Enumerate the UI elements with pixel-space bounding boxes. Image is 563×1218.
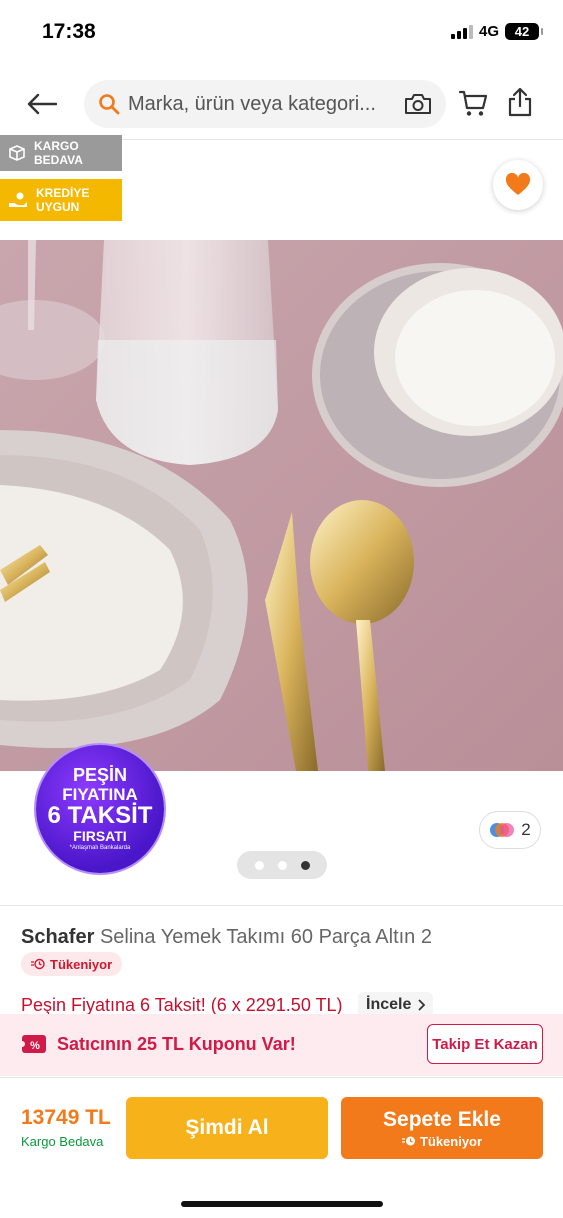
battery-icon: 42 xyxy=(505,23,543,40)
status-indicators: 4G 42 xyxy=(450,23,543,40)
stock-badge: Tükeniyor xyxy=(21,952,123,976)
add-to-cart-sub-label: Tükeniyor xyxy=(419,1133,483,1149)
back-arrow-icon xyxy=(27,93,57,115)
status-bar: 17:38 4G 42 xyxy=(0,0,563,70)
badge-line2: UYGUN xyxy=(36,200,80,214)
svg-text:%: % xyxy=(30,1040,40,1052)
camera-icon[interactable] xyxy=(404,92,432,116)
product-price: 13749 TL xyxy=(21,1106,111,1129)
badge-line1: KARGO xyxy=(34,139,79,153)
hand-coin-icon xyxy=(9,192,27,207)
product-name: Selina Yemek Takımı 60 Parça Altın 2 xyxy=(99,926,432,948)
page-dot[interactable] xyxy=(277,860,287,870)
search-input[interactable]: Marka, ürün veya kategori... xyxy=(84,80,446,128)
credit-badge: KREDİYE UYGUN xyxy=(0,179,122,221)
free-shipping-badge: KARGO BEDAVA xyxy=(0,135,122,171)
box-icon xyxy=(9,145,25,161)
product-image[interactable] xyxy=(0,240,563,771)
bottom-action-bar: 13749 TL Kargo Bedava Şimdi Al Sepete Ek… xyxy=(0,1077,563,1218)
promo-line1: PEŞİN xyxy=(72,764,128,785)
coupon-text: Satıcının 25 TL Kuponu Var! xyxy=(57,1034,296,1054)
favorite-button[interactable] xyxy=(493,160,543,210)
page-dot-active[interactable] xyxy=(300,860,310,870)
heart-icon xyxy=(505,173,531,195)
color-swatch-icon xyxy=(490,823,515,837)
add-to-cart-sub: Tükeniyor xyxy=(401,1133,483,1149)
product-title: Schafer Selina Yemek Takımı 60 Parça Alt… xyxy=(21,926,432,949)
clock-icon xyxy=(31,958,45,970)
chevron-right-icon xyxy=(418,999,426,1011)
color-count-label: 2 xyxy=(521,820,531,839)
search-icon xyxy=(99,94,120,115)
network-label: 4G xyxy=(478,23,499,40)
status-time: 17:38 xyxy=(42,20,96,43)
clock-icon xyxy=(401,1136,415,1146)
buy-now-button[interactable]: Şimdi Al xyxy=(126,1097,328,1159)
product-gallery[interactable]: KARGO BEDAVA KREDİYE UYGUN PEŞİN FIYATIN… xyxy=(0,135,563,903)
dinnerware-photo xyxy=(0,240,563,771)
battery-level: 42 xyxy=(514,24,530,39)
promo-line2: FIYATINA xyxy=(62,784,138,804)
page-dot[interactable] xyxy=(254,860,264,870)
incele-label: İncele xyxy=(366,996,412,1013)
top-header: Marka, ürün veya kategori... xyxy=(0,72,563,140)
shipping-label: Kargo Bedava xyxy=(21,1134,104,1149)
add-to-cart-button[interactable]: Sepete Ekle Tükeniyor xyxy=(341,1097,543,1159)
badge-line1: KREDİYE xyxy=(36,186,90,200)
gallery-pagination[interactable] xyxy=(237,851,327,879)
promo-line4: FIRSATI xyxy=(73,827,127,844)
search-placeholder: Marka, ürün veya kategori... xyxy=(128,92,376,115)
back-button[interactable] xyxy=(22,86,62,122)
promo-line3: 6 TAKSİT xyxy=(47,801,153,829)
promo-line5: *Anlaşmalı Bankalarda xyxy=(69,844,131,851)
coupon-icon: % xyxy=(21,1035,46,1053)
badge-line2: BEDAVA xyxy=(34,153,83,167)
installment-text: Peşin Fiyatına 6 Taksit! (6 x 2291.50 TL… xyxy=(21,995,343,1015)
cart-icon[interactable] xyxy=(458,88,488,118)
color-variants-button[interactable]: 2 xyxy=(479,811,541,849)
promo-seal[interactable]: PEŞİN FIYATINA 6 TAKSİT FIRSATI *Anlaşma… xyxy=(36,745,164,873)
share-icon[interactable] xyxy=(507,86,533,118)
stock-label: Tükeniyor xyxy=(50,956,113,972)
product-brand[interactable]: Schafer xyxy=(21,926,94,948)
follow-earn-button[interactable]: Takip Et Kazan xyxy=(427,1024,543,1064)
signal-icon xyxy=(450,24,473,39)
home-indicator[interactable] xyxy=(181,1201,383,1207)
product-info: Schafer Selina Yemek Takımı 60 Parça Alt… xyxy=(0,905,563,1018)
add-to-cart-label: Sepete Ekle xyxy=(383,1107,501,1131)
coupon-banner: % Satıcının 25 TL Kuponu Var! Takip Et K… xyxy=(0,1014,563,1076)
